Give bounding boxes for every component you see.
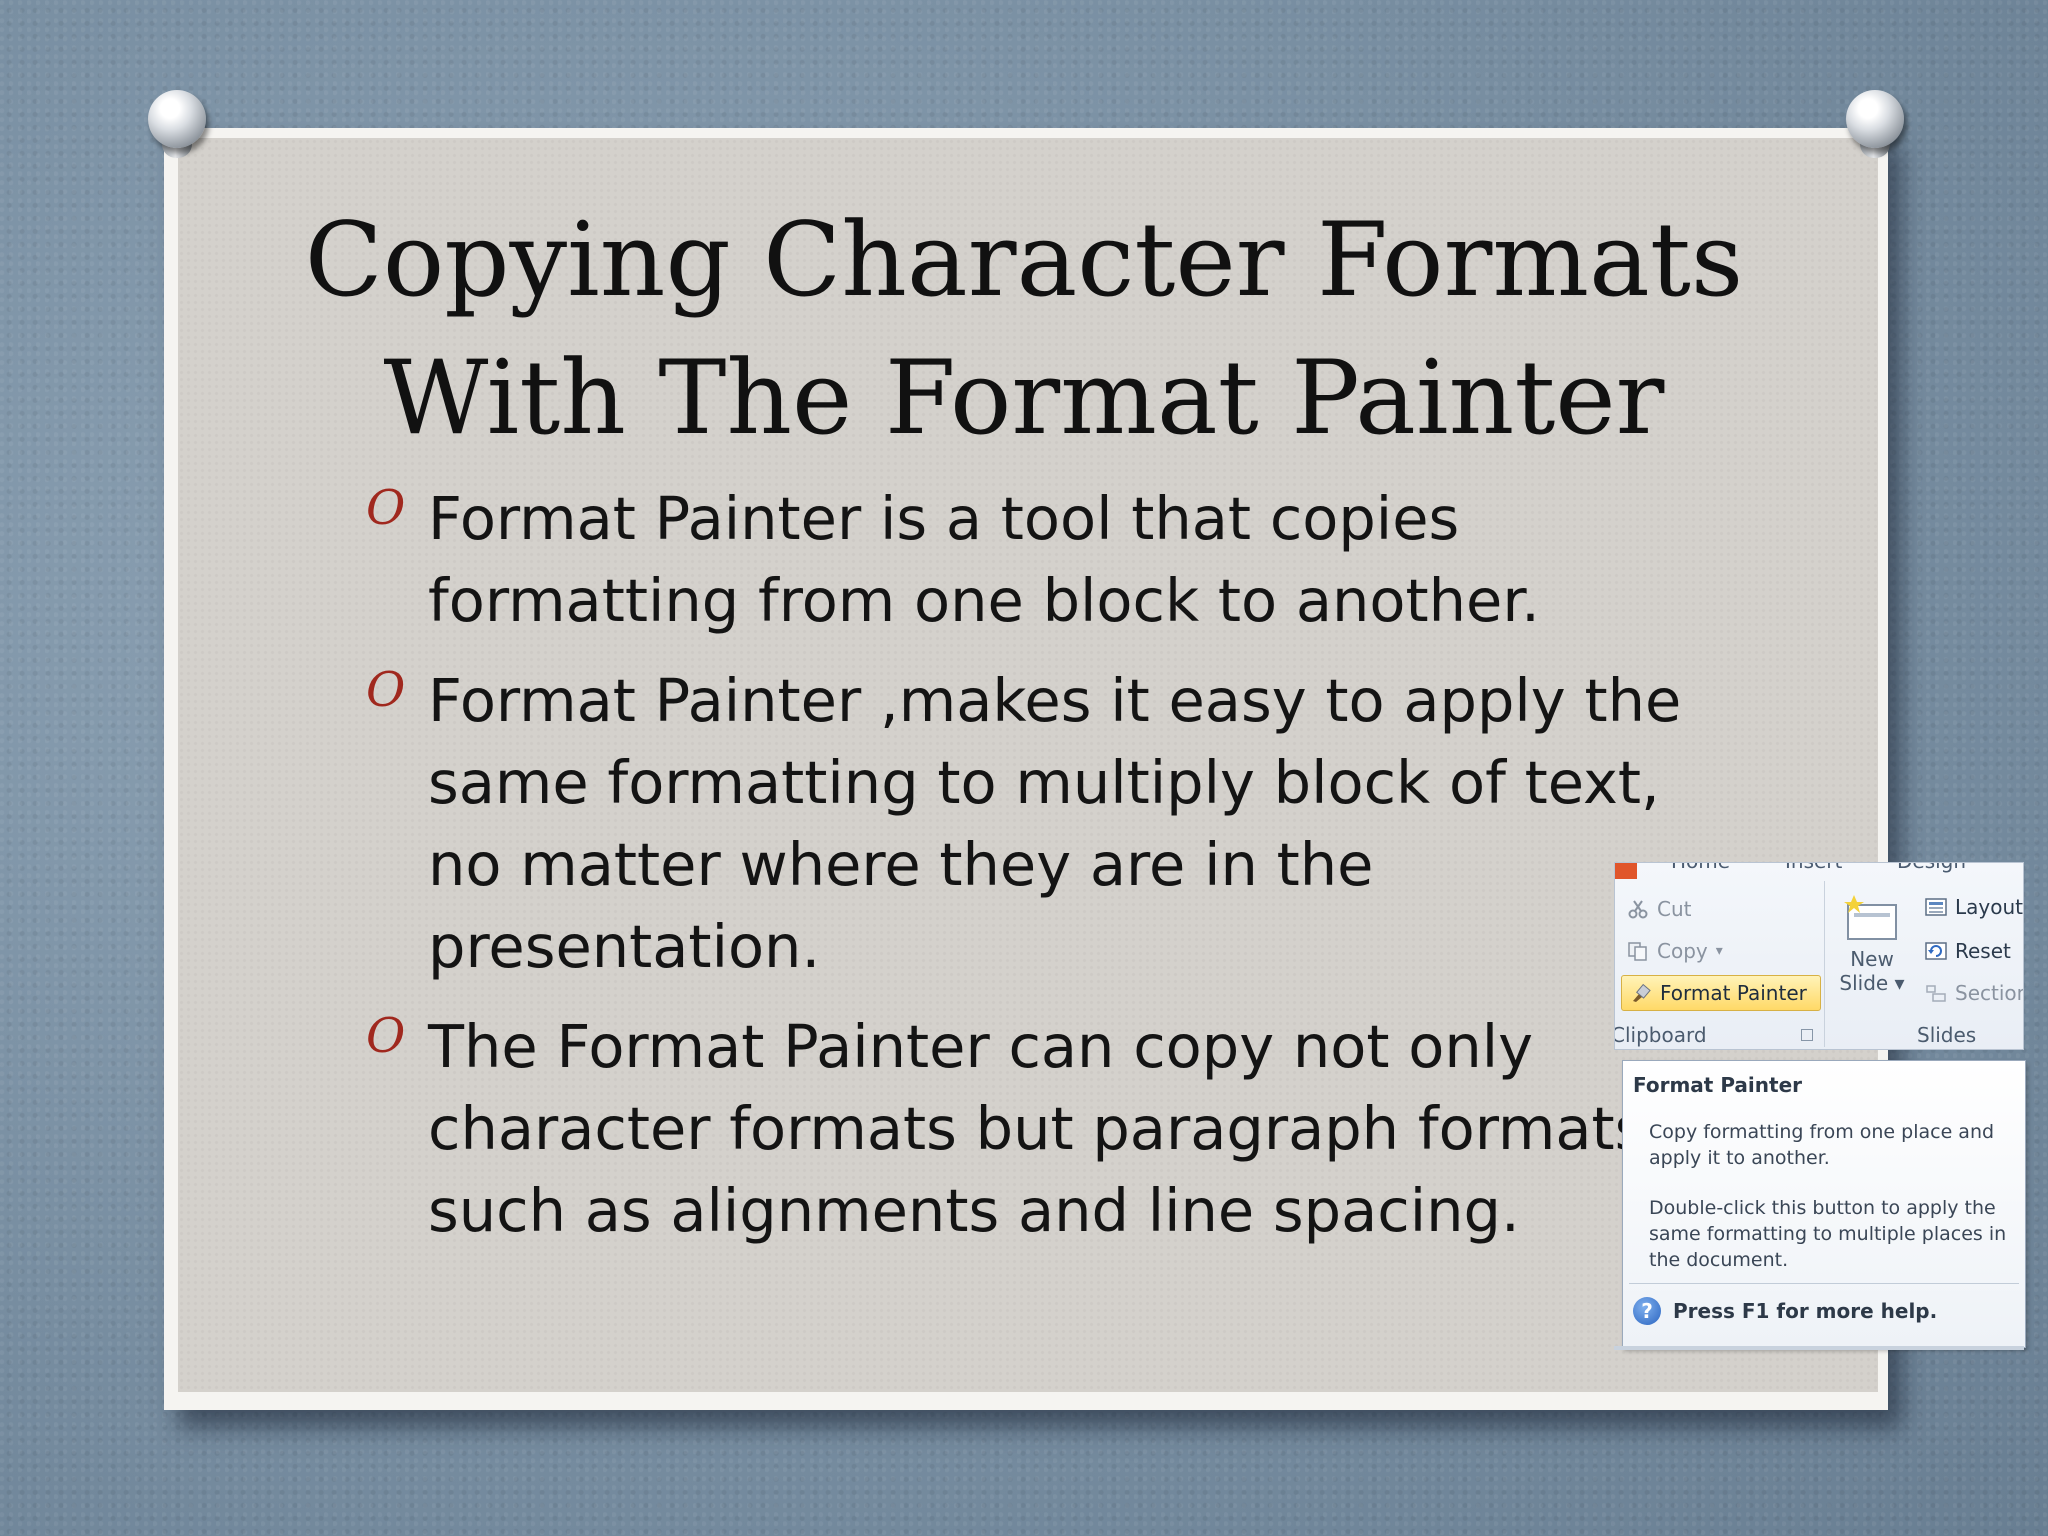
new-slide-label-line-1: New <box>1850 947 1894 971</box>
ribbon-tabs: Home Insert Design <box>1615 863 2023 873</box>
tooltip-help-row: ? Press F1 for more help. <box>1633 1297 1937 1325</box>
paintbrush-icon <box>1633 983 1651 1002</box>
bullet-text: Format Painter ,makes it easy to apply t… <box>428 666 1682 981</box>
bullet-item: O Format Painter ,makes it easy to apply… <box>366 660 1726 988</box>
tooltip-title: Format Painter <box>1633 1073 1803 1097</box>
new-slide-label-line-2: Slide ▾ <box>1839 971 1905 995</box>
tooltip-divider <box>1629 1283 2019 1284</box>
format-painter-label: Format Painter <box>1660 981 1807 1005</box>
section-label: Section <box>1955 981 2024 1005</box>
layout-button[interactable]: Layout <box>1925 895 2023 919</box>
bullet-item: O The Format Painter can copy not only c… <box>366 1006 1726 1252</box>
slide-title-line-1: Copying Character Formats <box>304 201 1744 320</box>
tooltip-help-text: Press F1 for more help. <box>1673 1299 1938 1323</box>
cut-button[interactable]: Cut <box>1627 897 1691 921</box>
tab-home[interactable]: Home <box>1671 863 1730 873</box>
clipboard-dialog-launcher-icon[interactable] <box>1801 1029 1813 1041</box>
ribbon-bottom-strip <box>1614 1346 2024 1350</box>
new-slide-icon <box>1844 895 1897 940</box>
push-pin-icon <box>1838 86 1912 160</box>
tooltip-paragraph-2: Double-click this button to apply the sa… <box>1649 1197 2007 1271</box>
slides-group-label: Slides <box>1917 1023 1977 1047</box>
help-icon: ? <box>1633 1297 1661 1325</box>
layout-icon <box>1925 898 1947 916</box>
copy-dropdown-icon[interactable]: ▾ <box>1716 943 1723 959</box>
section-icon <box>1926 985 1946 1002</box>
bullet-item: O Format Painter is a tool that copies f… <box>366 478 1726 642</box>
scissors-icon <box>1628 900 1648 919</box>
tooltip-paragraph-1: Copy formatting from one place and apply… <box>1649 1121 1995 1169</box>
ribbon-screenshot: Home Insert Design Cut Copy ▾ Format Pai… <box>1614 862 2024 1050</box>
bullet-marker-icon: O <box>366 662 406 718</box>
copy-label: Copy <box>1657 939 1708 963</box>
slide-title: Copying Character Formats With The Forma… <box>300 192 1748 468</box>
cut-label: Cut <box>1657 897 1692 921</box>
new-slide-button[interactable]: New Slide ▾ <box>1837 893 1907 1017</box>
tab-design[interactable]: Design <box>1897 863 1966 873</box>
tab-insert[interactable]: Insert <box>1785 863 1842 873</box>
bullet-marker-icon: O <box>366 480 406 536</box>
reset-label: Reset <box>1955 939 2011 963</box>
copy-button[interactable]: Copy ▾ <box>1627 939 1723 963</box>
bullet-marker-icon: O <box>366 1008 406 1064</box>
bullet-text: The Format Painter can copy not only cha… <box>428 1012 1646 1245</box>
bullet-list: O Format Painter is a tool that copies f… <box>366 478 1726 1270</box>
push-pin-icon <box>140 86 214 160</box>
slide-title-line-2: With The Format Painter <box>383 339 1665 458</box>
clipboard-group-label: Clipboard <box>1614 1023 1707 1047</box>
copy-icon <box>1628 942 1647 961</box>
layout-label: Layout <box>1955 895 2023 919</box>
reset-button[interactable]: Reset <box>1925 939 2011 963</box>
reset-icon <box>1925 942 1947 960</box>
bullet-text: Format Painter is a tool that copies for… <box>428 484 1540 635</box>
section-button[interactable]: Section <box>1925 981 2024 1005</box>
format-painter-tooltip: Format Painter Copy formatting from one … <box>1622 1060 2026 1348</box>
group-divider <box>1824 881 1825 1047</box>
format-painter-button[interactable]: Format Painter <box>1621 975 1821 1011</box>
